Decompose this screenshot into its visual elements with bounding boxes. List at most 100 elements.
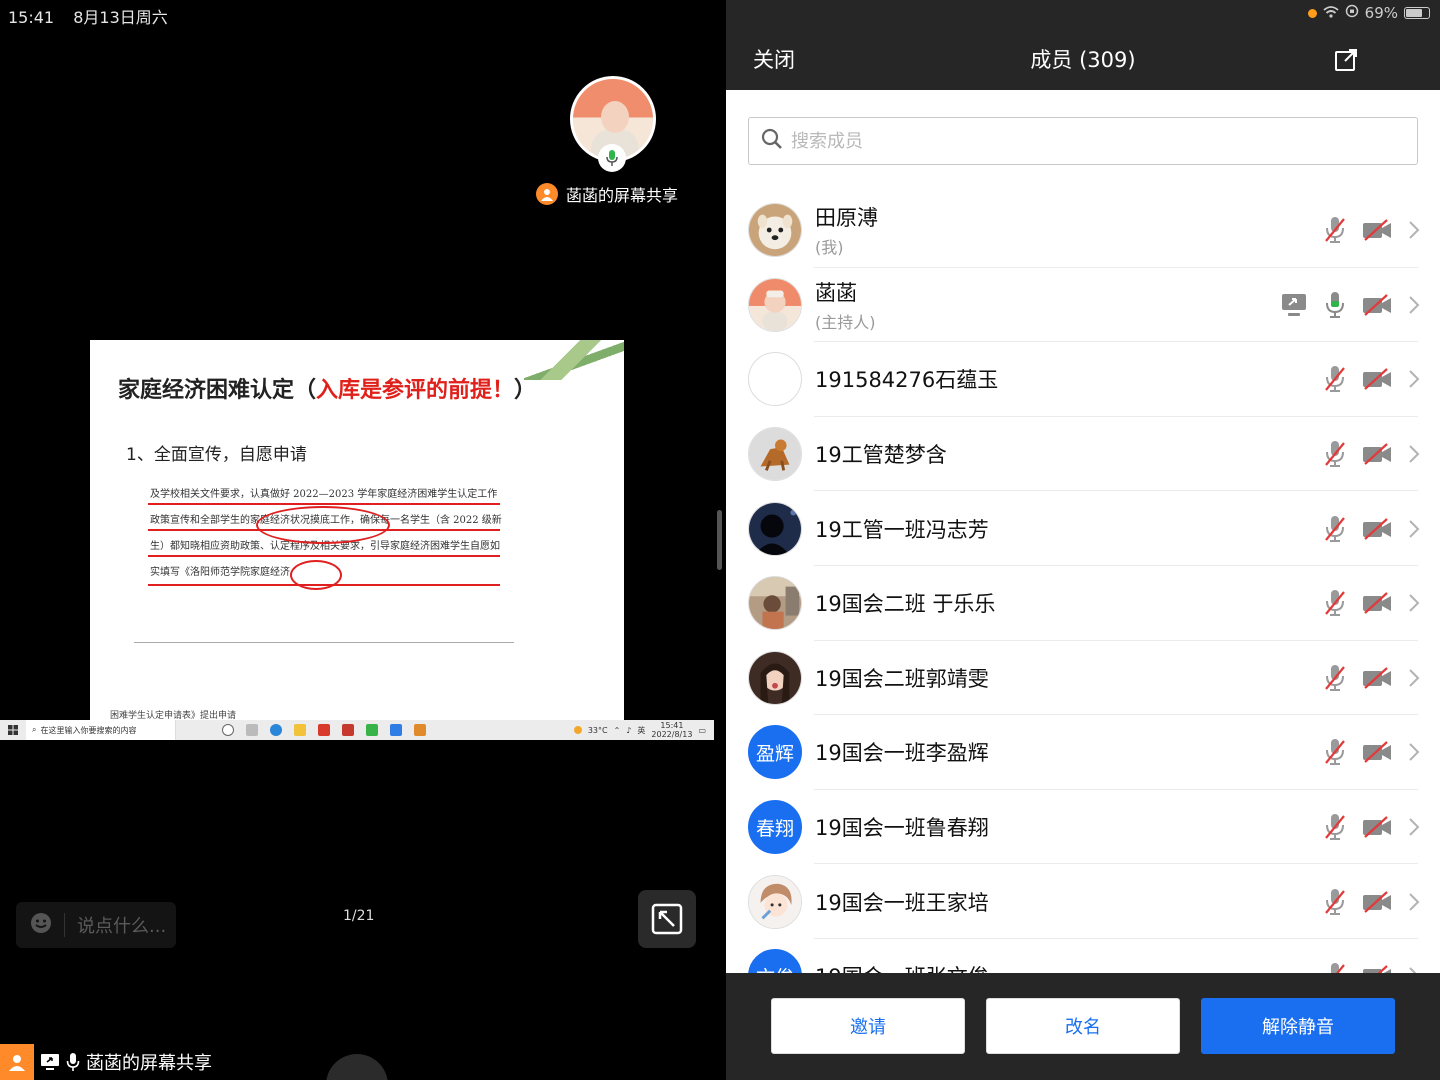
meeting-view: 15:41 8月13日周六 菡菡的屏幕共享 家庭经济困难认定（入库是参评的前提！… — [0, 0, 726, 1080]
member-avatar: 春翔 — [748, 800, 802, 855]
tray-speaker-icon: ♪ — [626, 725, 632, 735]
close-button[interactable]: 关闭 — [753, 44, 795, 74]
video-off-icon[interactable] — [1362, 368, 1392, 391]
popout-button[interactable] — [1334, 46, 1360, 76]
system-tray: 33°C ⌃ ♪ 英 15:41 2022/8/13 ▭ — [573, 721, 714, 739]
video-off-icon[interactable] — [1362, 592, 1392, 615]
video-off-icon[interactable] — [1362, 294, 1392, 316]
mic-muted-icon[interactable] — [1324, 439, 1346, 469]
member-row[interactable]: 春翔 19国会一班鲁春翔 — [726, 790, 1440, 865]
annotation-underline — [148, 503, 500, 505]
status-bar-left: 15:41 8月13日周六 — [8, 4, 182, 28]
shared-screen: 家庭经济困难认定（入库是参评的前提！） 1、全面宣传，自愿申请 及学校相关文件要… — [0, 340, 714, 740]
member-avatar — [748, 427, 802, 482]
member-row[interactable]: 田原溥 (我) — [726, 193, 1440, 268]
mic-muted-icon[interactable] — [1324, 588, 1346, 618]
screen-share-icon[interactable] — [1280, 291, 1308, 319]
chevron-right-icon[interactable] — [1408, 742, 1420, 762]
member-row[interactable]: 19国会二班 于乐乐 — [726, 566, 1440, 641]
member-row[interactable]: 191584276石蕴玉 — [726, 342, 1440, 417]
members-title: 成员 (309) — [1030, 48, 1136, 72]
weather-icon — [573, 726, 582, 734]
slide-subtitle: 1、全面宣传，自愿申请 — [126, 445, 307, 465]
user-icon — [536, 183, 558, 205]
member-role: (我) — [815, 238, 844, 258]
members-panel: 69% 关闭 成员 (309) 田原溥 (我) 菡菡 (主持人) 191584276石蕴… — [726, 0, 1440, 1080]
powerpoint-icon — [342, 724, 354, 736]
member-name: 19国会一班王家培 — [815, 890, 989, 915]
page-indicator: 1/21 — [343, 908, 375, 924]
mute-button[interactable] — [326, 1054, 388, 1080]
search-icon: ⌕ — [32, 725, 37, 734]
annotation-circle — [290, 560, 342, 590]
member-avatar — [748, 874, 802, 929]
mic-muted-icon[interactable] — [1324, 737, 1346, 767]
member-role: (主持人) — [815, 312, 876, 332]
chevron-right-icon[interactable] — [1408, 817, 1420, 837]
chevron-right-icon[interactable] — [1408, 369, 1420, 389]
mic-muted-icon[interactable] — [1324, 364, 1346, 394]
mic-muted-icon[interactable] — [1324, 812, 1346, 842]
mic-muted-icon[interactable] — [1324, 961, 1346, 973]
video-off-icon[interactable] — [1362, 890, 1392, 913]
input-language: 英 — [637, 725, 646, 735]
chevron-right-icon[interactable] — [1408, 220, 1420, 240]
emoji-icon[interactable] — [30, 912, 52, 939]
taskbar-clock: 15:41 2022/8/13 — [651, 721, 693, 739]
app-root: 15:41 8月13日周六 菡菡的屏幕共享 家庭经济困难认定（入库是参评的前提！… — [0, 0, 1440, 1080]
split-view-handle[interactable] — [717, 510, 722, 570]
video-off-icon[interactable] — [1362, 667, 1392, 689]
member-avatar — [748, 352, 802, 407]
member-row[interactable]: 19工管楚梦含 — [726, 417, 1440, 492]
mic-on-icon[interactable] — [1324, 290, 1346, 320]
chevron-right-icon[interactable] — [1408, 295, 1420, 315]
chevron-right-icon[interactable] — [1408, 966, 1420, 973]
wechat-icon — [366, 724, 378, 736]
battery-icon — [1404, 7, 1430, 19]
member-search-box[interactable] — [748, 117, 1418, 165]
video-off-icon[interactable] — [1362, 219, 1392, 242]
annotation-underline — [148, 555, 500, 557]
popout-icon — [1335, 49, 1357, 71]
rotation-lock-icon — [1345, 4, 1359, 22]
member-row[interactable]: 菡菡 (主持人) — [726, 268, 1440, 343]
member-row[interactable]: 19工管一班冯志芳 — [726, 491, 1440, 566]
video-off-icon[interactable] — [1362, 816, 1392, 838]
member-row[interactable]: 19国会二班郭靖雯 — [726, 641, 1440, 716]
mic-muted-icon[interactable] — [1324, 663, 1346, 693]
mic-muted-icon[interactable] — [1324, 887, 1346, 917]
member-search-input[interactable] — [791, 130, 1351, 152]
bottom-share-label: 菡菡的屏幕共享 — [86, 1053, 212, 1074]
member-row[interactable]: 文俊 19国会一班张文俊 — [726, 939, 1440, 973]
unmute-all-button[interactable]: 解除静音 — [1201, 998, 1395, 1054]
rename-button[interactable]: 改名 — [986, 998, 1180, 1054]
member-list[interactable]: 田原溥 (我) 菡菡 (主持人) 191584276石蕴玉 19工管楚梦含 19工管一班冯志… — [726, 193, 1440, 973]
comment-input[interactable]: 说点什么... — [16, 902, 176, 948]
video-off-icon[interactable] — [1362, 443, 1392, 465]
annotate-icon — [651, 903, 683, 935]
member-name: 19国会一班鲁春翔 — [815, 816, 989, 841]
chevron-right-icon[interactable] — [1408, 668, 1420, 688]
annotation-circle — [256, 506, 390, 544]
chevron-right-icon[interactable] — [1408, 892, 1420, 912]
video-off-icon[interactable] — [1362, 741, 1392, 764]
mic-muted-icon[interactable] — [1324, 514, 1346, 544]
panel-header: 69% 关闭 成员 (309) — [726, 0, 1440, 90]
member-row[interactable]: 盈辉 19国会一班李盈辉 — [726, 715, 1440, 790]
chevron-right-icon[interactable] — [1408, 519, 1420, 539]
member-name: 19工管楚梦含 — [815, 443, 947, 468]
member-avatar — [748, 501, 802, 556]
annotate-button[interactable] — [638, 890, 696, 948]
member-name: 田原溥 — [815, 206, 878, 231]
chevron-right-icon[interactable] — [1408, 593, 1420, 613]
mic-muted-icon[interactable] — [1324, 215, 1346, 245]
video-off-icon[interactable] — [1362, 517, 1392, 540]
chevron-right-icon[interactable] — [1408, 444, 1420, 464]
wifi-icon — [1323, 4, 1339, 22]
battery-percent: 69% — [1364, 4, 1398, 22]
task-view-icon — [246, 724, 258, 736]
video-off-icon[interactable] — [1362, 965, 1392, 973]
windows-start-icon — [0, 720, 26, 740]
invite-button[interactable]: 邀请 — [771, 998, 965, 1054]
member-row[interactable]: 19国会一班王家培 — [726, 864, 1440, 939]
